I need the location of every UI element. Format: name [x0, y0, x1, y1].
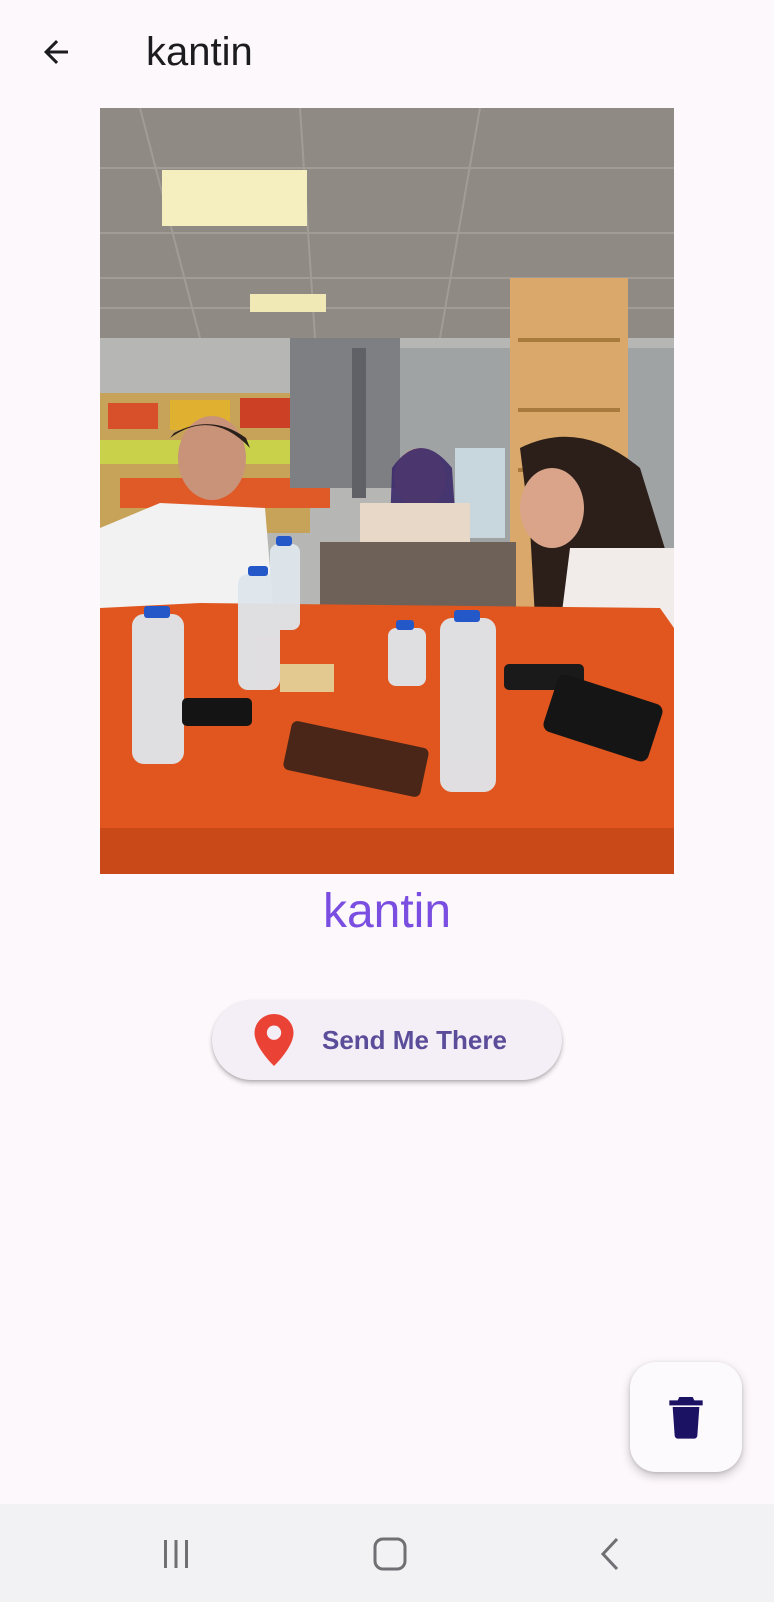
nav-back-button[interactable]	[580, 1524, 640, 1584]
app-bar: kantin	[0, 0, 774, 104]
home-button[interactable]	[360, 1524, 420, 1584]
trash-icon	[669, 1397, 703, 1439]
arrow-left-icon	[44, 40, 68, 64]
send-me-there-button[interactable]: Send Me There	[212, 1000, 562, 1080]
recents-icon	[164, 1540, 188, 1568]
delete-button[interactable]	[630, 1362, 742, 1472]
back-button[interactable]	[30, 26, 82, 78]
home-icon	[373, 1537, 407, 1571]
send-me-there-label: Send Me There	[322, 1025, 507, 1055]
system-nav-bar	[0, 1504, 774, 1602]
place-photo	[100, 108, 674, 874]
location-pin-icon	[254, 1014, 294, 1066]
recents-button[interactable]	[146, 1524, 206, 1584]
nav-back-icon	[600, 1537, 619, 1571]
place-name: kantin	[322, 885, 452, 938]
page-title: kantin	[146, 30, 253, 74]
